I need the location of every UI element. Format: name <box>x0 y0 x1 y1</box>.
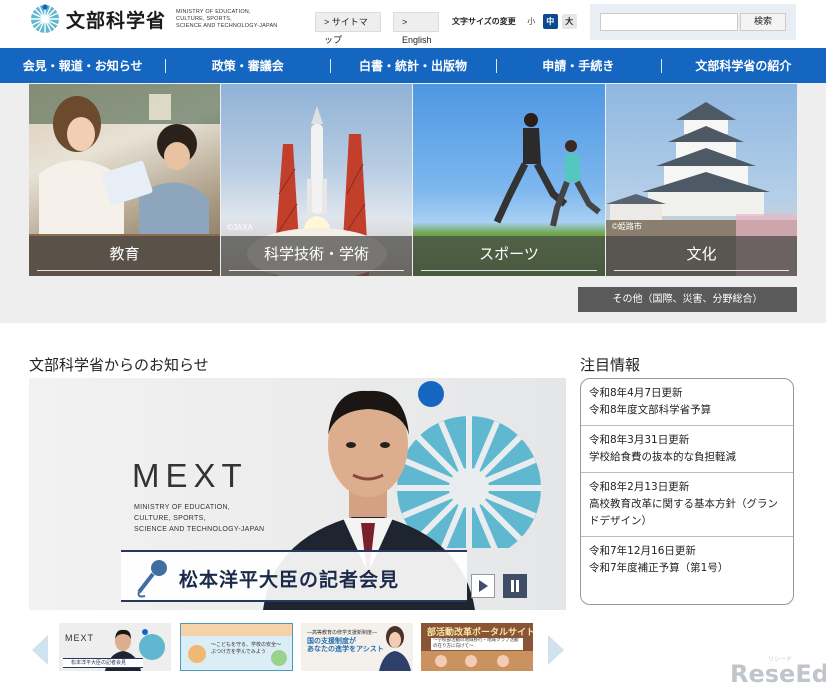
focus-item-date: 令和8年3月31日更新 <box>589 434 690 446</box>
photo-credit: ©姫路市 <box>612 222 642 231</box>
carousel-thumb-press[interactable]: MEXT 松本洋平大臣の記者会見 <box>59 623 171 671</box>
font-size-switcher: 文字サイズの変更 小 中 大 <box>452 14 577 29</box>
thumb-mext-wordmark: MEXT <box>65 633 95 643</box>
focus-list-item[interactable]: 令和8年2月13日更新 高校教育改革に関する基本方針（グランドデザイン） <box>581 473 793 537</box>
press-conference-band: 松本洋平大臣の記者会見 <box>121 550 467 602</box>
hero-tile-culture[interactable]: ©姫路市 文化 <box>606 84 797 276</box>
hero-tile-label: 科学技術・学術 <box>221 236 412 276</box>
thumb-support-text: ―高等教育の修学支援新制度― 国の支援制度が あなたの進学をアシスト <box>307 630 384 653</box>
thumb-clubs-image <box>421 651 533 671</box>
font-size-small-button[interactable]: 小 <box>523 14 539 29</box>
press-conference-title: 松本洋平大臣の記者会見 <box>179 569 400 591</box>
carousel-thumb-safety[interactable]: 〜こどもを守る、学校の安全〜 ぶつけ方を学んでみよう <box>180 623 293 671</box>
carousel-next-button[interactable] <box>546 632 566 668</box>
other-categories-button[interactable]: その他（国際、災害、分野総合） <box>578 287 797 312</box>
carousel-prev-button[interactable] <box>30 632 50 668</box>
main-banner[interactable]: MEXT MINISTRY OF EDUCATION, CULTURE, SPO… <box>29 378 566 610</box>
search-input[interactable] <box>600 13 738 31</box>
search-button[interactable]: 検索 <box>740 13 786 31</box>
hero-tile-label: スポーツ <box>413 236 605 276</box>
microphone-icon <box>137 560 167 598</box>
english-button[interactable]: > English <box>393 12 439 45</box>
hero-tile-label: 教育 <box>29 236 220 276</box>
thumb-safety-text: 〜こどもを守る、学校の安全〜 ぶつけ方を学んでみよう <box>211 642 282 655</box>
hero-tile-label: 文化 <box>606 236 797 276</box>
carousel-thumb-clubs[interactable]: 部活動改革ポータルサイト 〜学校部活動の地域移行・地域クラブ活動の在り方に向けて… <box>421 623 533 671</box>
focus-item-link[interactable]: 令和7年度補正予算（第1号） <box>589 560 785 577</box>
resed-watermark-sub: リシード <box>768 656 793 663</box>
focus-item-date: 令和8年4月7日更新 <box>589 387 683 399</box>
search-area: 検索 <box>590 4 796 40</box>
global-nav: 会見・報道・お知らせ 政策・審議会 白書・統計・出版物 申請・手続き 文部科学省… <box>0 48 826 83</box>
pause-icon <box>511 580 519 592</box>
nav-item-about[interactable]: 文部科学省の紹介 <box>660 57 826 74</box>
pause-button[interactable] <box>503 574 527 598</box>
focus-list-item[interactable]: 令和8年3月31日更新 学校給食費の抜本的な負担軽減 <box>581 426 793 473</box>
site-logo[interactable]: 文部科学省 MINISTRY OF EDUCATION, CULTURE, SP… <box>30 4 277 34</box>
play-icon <box>479 580 488 592</box>
resed-watermark: ReseEd <box>730 660 826 688</box>
mext-wordmark: MEXT <box>132 457 248 494</box>
logo-text-jp: 文部科学省 <box>66 9 167 32</box>
focus-list-item[interactable]: 令和8年4月7日更新 令和8年度文部科学省予算 <box>581 379 793 426</box>
font-size-medium-button[interactable]: 中 <box>542 14 558 29</box>
thumb-clubs-title: 部活動改革ポータルサイト <box>427 628 533 638</box>
focus-list-item[interactable]: 令和7年12月16日更新 令和7年度補正予算（第1号） <box>581 537 793 583</box>
focus-item-link[interactable]: 令和8年度文部科学省予算 <box>589 402 785 419</box>
nav-item-policy[interactable]: 政策・審議会 <box>165 57 330 74</box>
focus-item-date: 令和8年2月13日更新 <box>589 481 690 493</box>
focus-item-link[interactable]: 学校給食費の抜本的な負担軽減 <box>589 449 785 466</box>
font-size-label: 文字サイズの変更 <box>452 17 516 26</box>
nav-item-publications[interactable]: 白書・統計・出版物 <box>330 57 495 74</box>
chevron-left-icon <box>32 635 48 665</box>
thumb-press-band: 松本洋平大臣の記者会見 <box>63 658 143 668</box>
nav-item-press[interactable]: 会見・報道・お知らせ <box>0 57 165 74</box>
hero-tile-education[interactable]: 教育 <box>29 84 220 276</box>
focus-item-link[interactable]: 高校教育改革に関する基本方針（グランドデザイン） <box>589 496 785 530</box>
focus-section-title: 注目情報 <box>580 356 641 374</box>
hero-tile-science[interactable]: ©JAXA 科学技術・学術 <box>221 84 412 276</box>
nav-item-applications[interactable]: 申請・手続き <box>495 57 661 74</box>
play-button[interactable] <box>471 574 495 598</box>
hero-tile-sports[interactable]: スポーツ <box>413 84 605 276</box>
photo-credit: ©JAXA <box>227 223 253 232</box>
carousel-thumb-support[interactable]: ―高等教育の修学支援新制度― 国の支援制度が あなたの進学をアシスト <box>301 623 413 671</box>
thumb-student-image <box>379 626 411 671</box>
logo-text-en: MINISTRY OF EDUCATION, CULTURE, SPORTS, … <box>176 8 278 29</box>
news-section-title: 文部科学省からのお知らせ <box>29 356 209 374</box>
sitemap-button[interactable]: > サイトマップ <box>315 12 381 45</box>
focus-list: 令和8年4月7日更新 令和8年度文部科学省予算 令和8年3月31日更新 学校給食… <box>580 378 794 605</box>
mext-emblem-icon <box>31 4 59 33</box>
thumb-clubs-subtitle: 〜学校部活動の地域移行・地域クラブ活動の在り方に向けて〜 <box>431 638 523 650</box>
site-header: 文部科学省 MINISTRY OF EDUCATION, CULTURE, SP… <box>0 0 826 48</box>
focus-item-date: 令和7年12月16日更新 <box>589 545 696 557</box>
chevron-right-icon <box>548 635 564 665</box>
font-size-large-button[interactable]: 大 <box>561 14 577 29</box>
